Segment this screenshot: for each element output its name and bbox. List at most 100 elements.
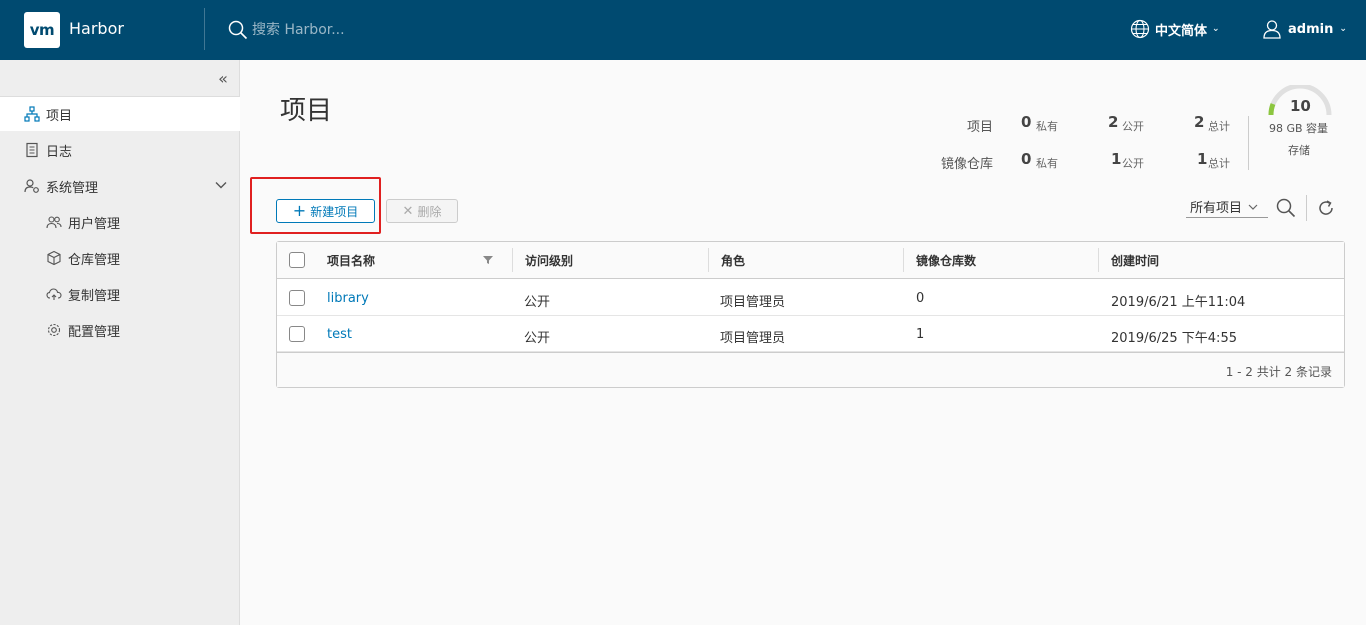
- sidebar-item-config[interactable]: 配置管理: [0, 313, 240, 347]
- column-header-name[interactable]: 项目名称: [327, 252, 375, 269]
- project-filter-select[interactable]: 所有项目: [1186, 196, 1268, 218]
- sidebar-item-replication[interactable]: 复制管理: [0, 277, 240, 311]
- user-menu[interactable]: admin ⌄: [1262, 19, 1347, 39]
- column-divider: [708, 248, 709, 272]
- row-checkbox[interactable]: [289, 290, 305, 306]
- filter-icon[interactable]: [483, 255, 493, 265]
- top-nav: vm Harbor 中文简体 ⌄ admin ⌄: [0, 0, 1366, 60]
- search-icon[interactable]: [1276, 198, 1296, 218]
- repos-private-count: 0: [1021, 150, 1032, 168]
- sidebar-item-label: 复制管理: [68, 288, 121, 304]
- close-icon: ✕: [402, 203, 414, 219]
- app-title[interactable]: Harbor: [69, 19, 124, 38]
- sidebar-item-label: 配置管理: [68, 324, 121, 340]
- sidebar-item-label: 日志: [46, 144, 73, 160]
- select-all-checkbox[interactable]: [289, 252, 305, 268]
- total-label: 总计: [1208, 157, 1230, 170]
- vm-logo[interactable]: vm: [24, 12, 60, 48]
- column-header-created[interactable]: 创建时间: [1111, 252, 1159, 269]
- project-name-link[interactable]: test: [327, 327, 352, 342]
- column-header-access[interactable]: 访问级别: [525, 252, 573, 269]
- users-icon: [46, 214, 62, 230]
- log-icon: [24, 142, 40, 158]
- new-project-label: 新建项目: [310, 204, 359, 219]
- delete-label: 删除: [417, 204, 442, 219]
- table-header: 项目名称 访问级别 角色 镜像仓库数 创建时间: [277, 242, 1344, 279]
- sidebar-item-label: 仓库管理: [68, 252, 121, 268]
- private-label: 私有: [1036, 120, 1058, 133]
- private-label: 私有: [1036, 157, 1058, 170]
- public-label: 公开: [1122, 120, 1144, 133]
- projects-icon: [24, 106, 40, 122]
- column-header-role[interactable]: 角色: [721, 252, 745, 269]
- language-label: 中文简体: [1155, 23, 1208, 39]
- username: admin: [1288, 21, 1334, 37]
- table-footer: 1 - 2 共计 2 条记录: [277, 352, 1344, 387]
- repos-public-count: 1: [1111, 150, 1122, 168]
- replication-icon: [46, 286, 62, 302]
- gear-icon: [46, 322, 62, 338]
- repo-count: 1: [916, 327, 925, 342]
- table-row: test 公开 项目管理员 1 2019/6/25 下午4:55: [277, 316, 1344, 352]
- projects-total-count: 2: [1194, 113, 1205, 131]
- sidebar-item-projects[interactable]: 项目: [0, 97, 240, 131]
- role: 项目管理员: [720, 295, 786, 310]
- chevron-down-icon: [1248, 204, 1258, 210]
- column-divider: [903, 248, 904, 272]
- projects-public-count: 2: [1108, 113, 1119, 131]
- new-project-button[interactable]: + 新建项目: [276, 199, 375, 223]
- projects-stat-row: 项目 0 私有 2 公开 2 总计: [930, 110, 1240, 140]
- access-level: 公开: [524, 331, 551, 346]
- public-label: 公开: [1122, 157, 1144, 170]
- access-level: 公开: [524, 295, 551, 310]
- stats-divider: [1248, 116, 1249, 170]
- role: 项目管理员: [720, 331, 786, 346]
- storage-label: 存储: [1288, 144, 1310, 157]
- repos-stat-row: 镜像仓库 0 私有 1 公开 1 总计: [930, 147, 1240, 177]
- refresh-icon[interactable]: [1316, 198, 1336, 218]
- projects-table: 项目名称 访问级别 角色 镜像仓库数 创建时间 library 公开 项目管理员…: [276, 241, 1345, 388]
- repos-stat-label: 镜像仓库: [940, 157, 993, 172]
- filter-value: 所有项目: [1190, 201, 1243, 216]
- chevron-down-icon: [215, 182, 227, 189]
- pagination-summary: 1 - 2 共计 2 条记录: [1225, 365, 1332, 379]
- plus-icon: +: [292, 201, 307, 220]
- globe-icon: [1130, 19, 1150, 39]
- sidebar: « 项目 日志 系统管理 用户管理 仓库管理 复制管理 配置管理: [0, 60, 240, 625]
- creation-time: 2019/6/21 上午11:04: [1111, 295, 1246, 310]
- chevron-down-icon: ⌄: [1339, 24, 1347, 34]
- language-selector[interactable]: 中文简体 ⌄: [1130, 19, 1220, 39]
- table-row: library 公开 项目管理员 0 2019/6/21 上午11:04: [277, 280, 1344, 316]
- logo-text: vm: [29, 21, 55, 39]
- row-checkbox[interactable]: [289, 326, 305, 342]
- header-divider: [204, 8, 205, 50]
- repo-count: 0: [916, 291, 925, 306]
- total-label: 总计: [1208, 120, 1230, 133]
- global-search-input[interactable]: [252, 19, 432, 41]
- delete-button[interactable]: ✕ 删除: [386, 199, 458, 223]
- chevron-down-icon: ⌄: [1212, 24, 1220, 34]
- sidebar-item-label: 用户管理: [68, 216, 121, 232]
- repos-total-count: 1: [1197, 150, 1208, 168]
- registry-icon: [46, 250, 62, 266]
- projects-private-count: 0: [1021, 113, 1032, 131]
- sidebar-item-admin[interactable]: 系统管理: [0, 169, 240, 203]
- project-stats: 项目 0 私有 2 公开 2 总计 镜像仓库 0 私有 1 公开 1 总计: [930, 110, 1240, 180]
- search-icon: [228, 20, 248, 40]
- sidebar-item-registries[interactable]: 仓库管理: [0, 241, 240, 275]
- sidebar-item-label: 系统管理: [46, 180, 99, 196]
- page-title: 项目: [280, 96, 333, 126]
- collapse-sidebar-icon[interactable]: «: [212, 67, 234, 89]
- column-header-repo-count[interactable]: 镜像仓库数: [916, 252, 976, 269]
- sidebar-item-users[interactable]: 用户管理: [0, 205, 240, 239]
- projects-stat-label: 项目: [966, 120, 993, 135]
- project-name-link[interactable]: library: [327, 291, 369, 306]
- sidebar-item-logs[interactable]: 日志: [0, 133, 240, 167]
- storage-capacity: 98 GB 容量: [1269, 122, 1329, 135]
- user-icon: [1263, 20, 1281, 39]
- storage-value: 10: [1290, 97, 1311, 115]
- sidebar-item-label: 项目: [46, 108, 73, 124]
- admin-icon: [24, 178, 40, 194]
- column-divider: [512, 248, 513, 272]
- toolbar-divider: [1306, 195, 1307, 221]
